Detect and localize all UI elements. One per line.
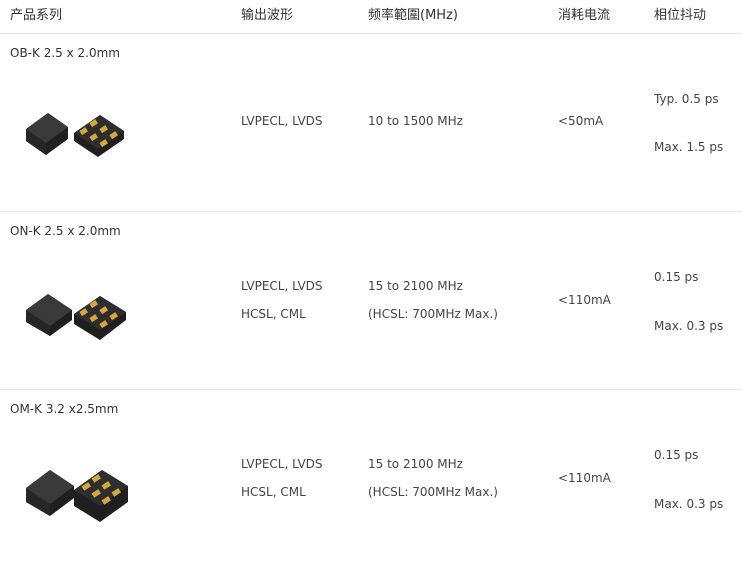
jitter-line: 0.15 ps (654, 448, 699, 462)
oscillator-package-image (26, 470, 128, 522)
frequency-line: 10 to 1500 MHz (368, 114, 463, 128)
table-row: ON-K 2.5 x 2.0mm LVPECL, LVDS HCSL, CML (0, 212, 742, 390)
header-current: 消耗电流 (558, 8, 611, 23)
current-value: <50mA (558, 114, 604, 128)
frequency-line: 15 to 2100 MHz (368, 457, 463, 471)
header-output: 输出波形 (241, 8, 294, 23)
current-value: <110mA (558, 471, 611, 485)
header-frequency: 频率範圍(MHz) (368, 8, 458, 23)
oscillator-package-image (26, 113, 124, 157)
frequency-line: 15 to 2100 MHz (368, 279, 463, 293)
header-jitter: 相位抖动 (654, 8, 707, 23)
product-table: 产品系列 输出波形 频率範圍(MHz) 消耗电流 相位抖动 OB-K 2.5 x… (0, 0, 742, 530)
table-header: 产品系列 输出波形 频率範圍(MHz) 消耗电流 相位抖动 (0, 0, 742, 34)
table-row: OM-K 3.2 x2.5mm LVPECL, LVDS HCSL, CML 1… (0, 390, 742, 567)
header-series: 产品系列 (10, 8, 63, 23)
output-line: HCSL, CML (241, 307, 306, 321)
jitter-line: Max. 0.3 ps (654, 497, 724, 511)
frequency-line: (HCSL: 700MHz Max.) (368, 485, 498, 499)
oscillator-package-image (26, 294, 126, 340)
product-name: ON-K 2.5 x 2.0mm (10, 224, 121, 238)
product-name: OM-K 3.2 x2.5mm (10, 402, 119, 416)
output-line: HCSL, CML (241, 485, 306, 499)
jitter-line: Max. 0.3 ps (654, 319, 724, 333)
output-line: LVPECL, LVDS (241, 279, 323, 293)
output-line: LVPECL, LVDS (241, 114, 323, 128)
jitter-line: Typ. 0.5 ps (654, 92, 719, 106)
jitter-line: 0.15 ps (654, 270, 699, 284)
jitter-line: Max. 1.5 ps (654, 140, 724, 154)
product-name: OB-K 2.5 x 2.0mm (10, 46, 120, 60)
frequency-line: (HCSL: 700MHz Max.) (368, 307, 498, 321)
output-line: LVPECL, LVDS (241, 457, 323, 471)
table-row: OB-K 2.5 x 2.0mm LVPECL, LVDS 10 to 1500… (0, 34, 742, 212)
current-value: <110mA (558, 293, 611, 307)
